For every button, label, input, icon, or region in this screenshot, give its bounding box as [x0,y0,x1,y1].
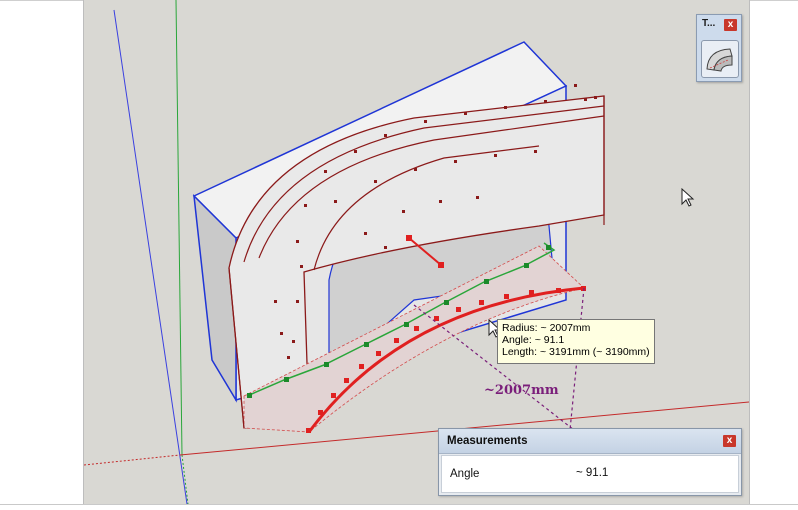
measurements-label: Angle [450,468,480,480]
measurements-panel: Measurements x Angle ~ 91.1 [438,428,742,496]
arc-center-point[interactable] [406,235,412,241]
bottom-border [0,504,798,505]
green-axis [175,0,183,456]
tooltip-length: Length: ~ 3191mm (~ 3190mm) [502,346,650,358]
measurements-input[interactable]: Angle ~ 91.1 [441,455,739,493]
palette-close-icon[interactable]: x [724,19,737,31]
arc-tool-button[interactable] [701,40,739,78]
tool-palette[interactable]: T... x [696,14,742,82]
measurements-close-icon[interactable]: x [723,435,736,447]
arc-tooltip: Radius: ~ 2007mm Angle: ~ 91.1 Length: ~… [497,319,655,364]
palette-title: T... [702,18,716,29]
mouse-cursor-icon [681,188,695,207]
radius-dimension-label: ~2007mm [484,383,559,398]
red-axis-dotted [84,454,181,466]
measurements-header: Measurements x [439,429,741,454]
tooltip-angle: Angle: ~ 91.1 [502,334,565,346]
arc-tool-icon [706,48,733,72]
app-frame: T... x Radius: ~ 2007mm Angle: ~ 91.1 Le… [0,0,798,510]
measurements-value[interactable]: ~ 91.1 [576,467,608,479]
tooltip-radius: Radius: ~ 2007mm [502,322,591,334]
arc-handle-point[interactable] [438,262,444,268]
blue-axis [113,9,188,504]
measurements-title: Measurements [447,435,528,447]
